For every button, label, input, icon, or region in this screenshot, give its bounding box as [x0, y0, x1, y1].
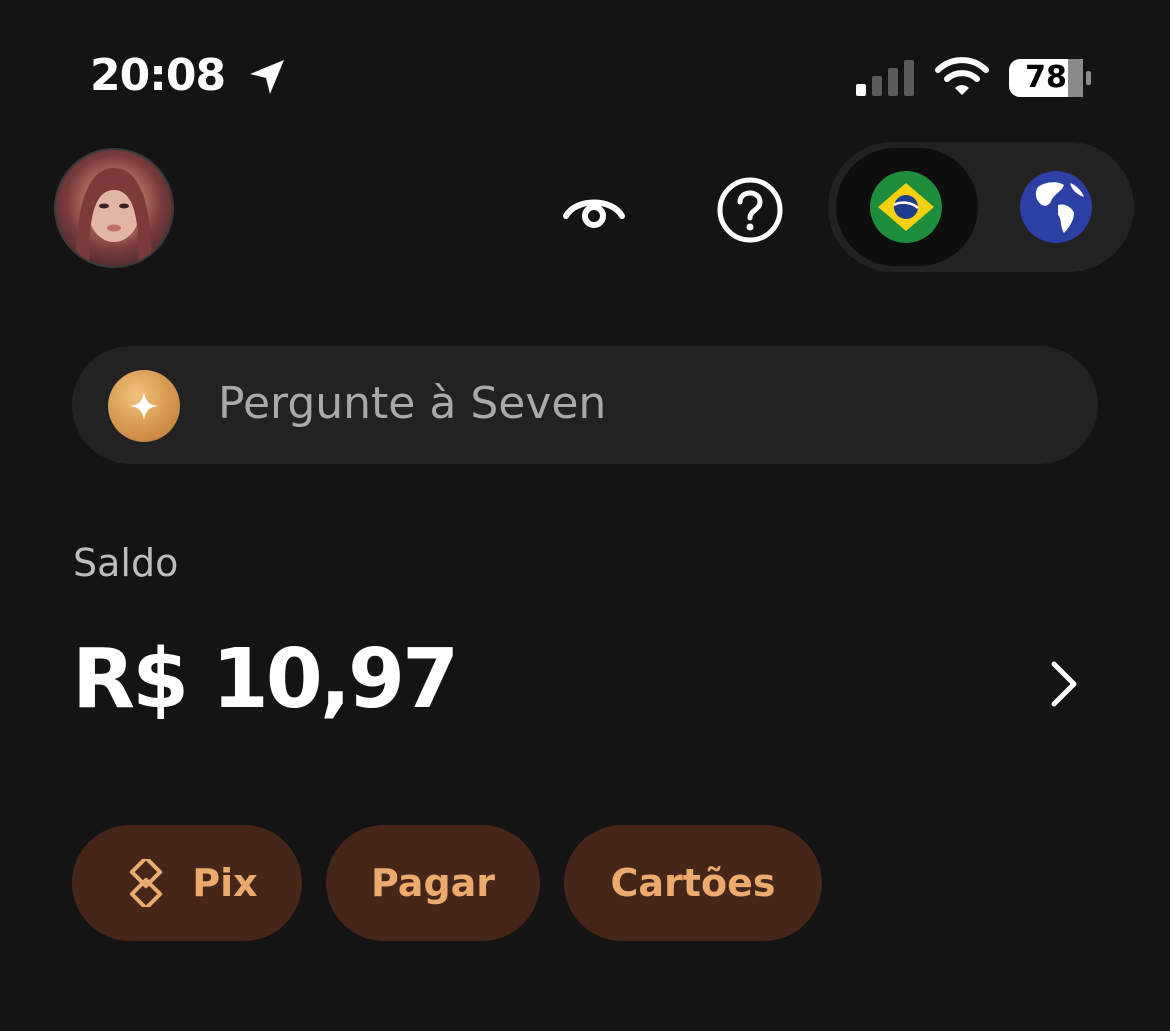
avatar[interactable]	[54, 148, 174, 268]
balance-amount: R$ 10,97	[72, 632, 459, 727]
cards-label: Cartões	[610, 861, 776, 905]
battery-level: 78	[1025, 60, 1067, 95]
ask-seven-placeholder: Pergunte à Seven	[218, 378, 607, 429]
wifi-icon	[935, 57, 989, 95]
pay-label: Pagar	[370, 861, 496, 905]
status-time: 20:08	[90, 50, 226, 101]
pix-button[interactable]: Pix	[72, 825, 302, 941]
battery-indicator: 78	[1008, 58, 1092, 98]
location-arrow-icon	[250, 60, 284, 94]
cellular-signal-icon	[856, 60, 914, 96]
brazil-flag-icon	[870, 171, 942, 243]
help-icon[interactable]	[716, 176, 784, 244]
eye-icon[interactable]	[560, 176, 628, 244]
sparkle-icon	[108, 370, 180, 442]
pix-icon	[130, 859, 163, 907]
cards-button[interactable]: Cartões	[564, 825, 822, 941]
avatar-portrait	[76, 168, 152, 266]
balance-label: Saldo	[73, 541, 179, 585]
pay-button[interactable]: Pagar	[326, 825, 540, 941]
globe-icon[interactable]	[1020, 171, 1092, 243]
chevron-right-icon[interactable]	[1044, 656, 1084, 712]
pix-label: Pix	[192, 861, 258, 905]
